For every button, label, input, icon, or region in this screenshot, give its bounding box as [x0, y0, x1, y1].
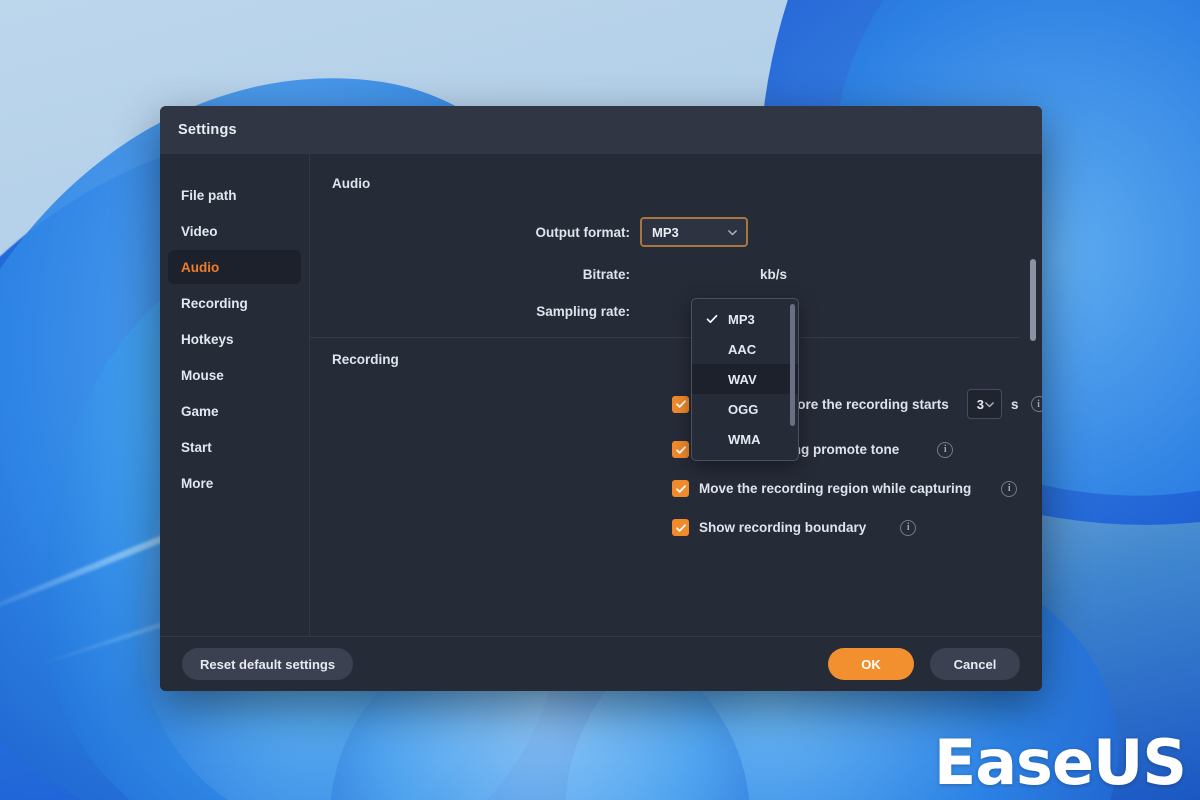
dropdown-option-label: WAV — [728, 371, 757, 387]
output-format-dropdown-list: MP3 AAC WAV OGG WMA — [691, 298, 799, 461]
settings-dialog: Settings File path Video Audio Recording… — [160, 106, 1042, 691]
dropdown-option-label: MP3 — [728, 311, 755, 327]
dialog-title: Settings — [178, 122, 237, 138]
dropdown-option-ogg[interactable]: OGG — [692, 394, 798, 424]
settings-content: Audio Output format: MP3 Bitrate: kb/s S… — [310, 154, 1042, 636]
dropdown-option-wav[interactable]: WAV — [692, 364, 798, 394]
sidebar-item-label: Hotkeys — [181, 331, 234, 347]
cancel-button[interactable]: Cancel — [930, 648, 1020, 680]
countdown-seconds-select[interactable]: 3 — [966, 389, 1002, 419]
sidebar-item-label: File path — [181, 187, 237, 203]
info-icon[interactable]: i — [937, 441, 954, 458]
sidebar-item-label: Game — [181, 403, 219, 419]
promote-tone-option-row: Enable recording promote tone i — [310, 441, 1042, 458]
info-icon[interactable]: i — [900, 519, 917, 536]
dialog-footer: Reset default settings OK Cancel — [160, 636, 1042, 691]
reset-default-settings-button[interactable]: Reset default settings — [182, 648, 354, 680]
move-region-label: Move the recording region while capturin… — [699, 481, 972, 496]
move-region-checkbox[interactable] — [672, 480, 689, 497]
sidebar-item-start[interactable]: Start — [168, 430, 301, 464]
easeus-logo: EaseUS — [933, 726, 1187, 799]
dropdown-option-mp3[interactable]: MP3 — [692, 304, 798, 334]
check-icon — [706, 314, 718, 324]
output-format-value: MP3 — [652, 224, 679, 240]
dropdown-option-label: OGG — [728, 401, 759, 417]
sampling-rate-row: Sampling rate: Hz — [310, 304, 1042, 319]
sidebar-item-label: Start — [181, 439, 212, 455]
sidebar-item-recording[interactable]: Recording — [168, 286, 301, 320]
check-icon — [675, 445, 686, 454]
bitrate-row: Bitrate: kb/s — [310, 267, 1042, 282]
countdown-checkbox[interactable] — [672, 395, 689, 413]
promote-tone-checkbox[interactable] — [672, 441, 689, 458]
dropdown-option-label: AAC — [728, 341, 757, 357]
sidebar-item-mouse[interactable]: Mouse — [168, 358, 301, 392]
bitrate-label: Bitrate: — [582, 267, 630, 282]
countdown-option-row: Countdown before the recording starts 3 … — [310, 389, 1042, 419]
sidebar-item-file-path[interactable]: File path — [168, 178, 301, 212]
content-scrollbar-thumb[interactable] — [1030, 259, 1036, 341]
check-icon — [675, 400, 686, 408]
dialog-body: File path Video Audio Recording Hotkeys … — [160, 154, 1042, 636]
dropdown-option-aac[interactable]: AAC — [692, 334, 798, 364]
output-format-label: Output format: — [535, 224, 630, 240]
bitrate-unit: kb/s — [760, 267, 788, 282]
move-region-option-row: Move the recording region while capturin… — [310, 480, 1042, 497]
sidebar-item-game[interactable]: Game — [168, 394, 301, 428]
ok-button[interactable]: OK — [828, 648, 914, 680]
output-format-row: Output format: MP3 — [310, 217, 1042, 247]
sampling-rate-label: Sampling rate: — [536, 304, 630, 319]
chevron-down-icon — [985, 401, 994, 407]
dialog-titlebar: Settings — [160, 106, 1042, 154]
settings-sidebar: File path Video Audio Recording Hotkeys … — [160, 154, 310, 636]
chevron-down-icon — [728, 229, 737, 235]
sidebar-item-label: Video — [181, 223, 218, 239]
section-divider — [310, 337, 1020, 338]
sidebar-item-label: Mouse — [181, 367, 224, 383]
dropdown-option-wma[interactable]: WMA — [692, 424, 798, 454]
show-boundary-checkbox[interactable] — [672, 519, 689, 536]
info-icon[interactable]: i — [1001, 480, 1018, 497]
dropdown-option-label: WMA — [728, 431, 761, 447]
recording-section-heading: Recording — [332, 352, 399, 367]
audio-section-heading: Audio — [332, 176, 371, 191]
sidebar-item-more[interactable]: More — [168, 466, 301, 500]
easeus-logo-text: aseUS — [975, 726, 1187, 799]
show-boundary-label: Show recording boundary — [699, 520, 867, 535]
sidebar-item-hotkeys[interactable]: Hotkeys — [168, 322, 301, 356]
sidebar-item-video[interactable]: Video — [168, 214, 301, 248]
info-icon[interactable]: i — [1030, 396, 1042, 412]
sidebar-item-label: More — [181, 475, 214, 491]
output-format-select[interactable]: MP3 — [640, 217, 748, 247]
show-boundary-option-row: Show recording boundary i — [310, 519, 1042, 536]
check-icon — [675, 484, 686, 493]
sidebar-item-label: Audio — [181, 259, 220, 275]
sidebar-item-audio[interactable]: Audio — [168, 250, 301, 284]
countdown-unit: s — [1011, 396, 1019, 412]
desktop-wallpaper: Settings File path Video Audio Recording… — [0, 0, 1200, 800]
sidebar-item-label: Recording — [181, 295, 248, 311]
easeus-logo-mark: E — [933, 726, 976, 799]
dropdown-scrollbar-thumb[interactable] — [790, 304, 795, 426]
check-icon — [675, 523, 686, 532]
countdown-seconds-value: 3 — [976, 396, 984, 412]
